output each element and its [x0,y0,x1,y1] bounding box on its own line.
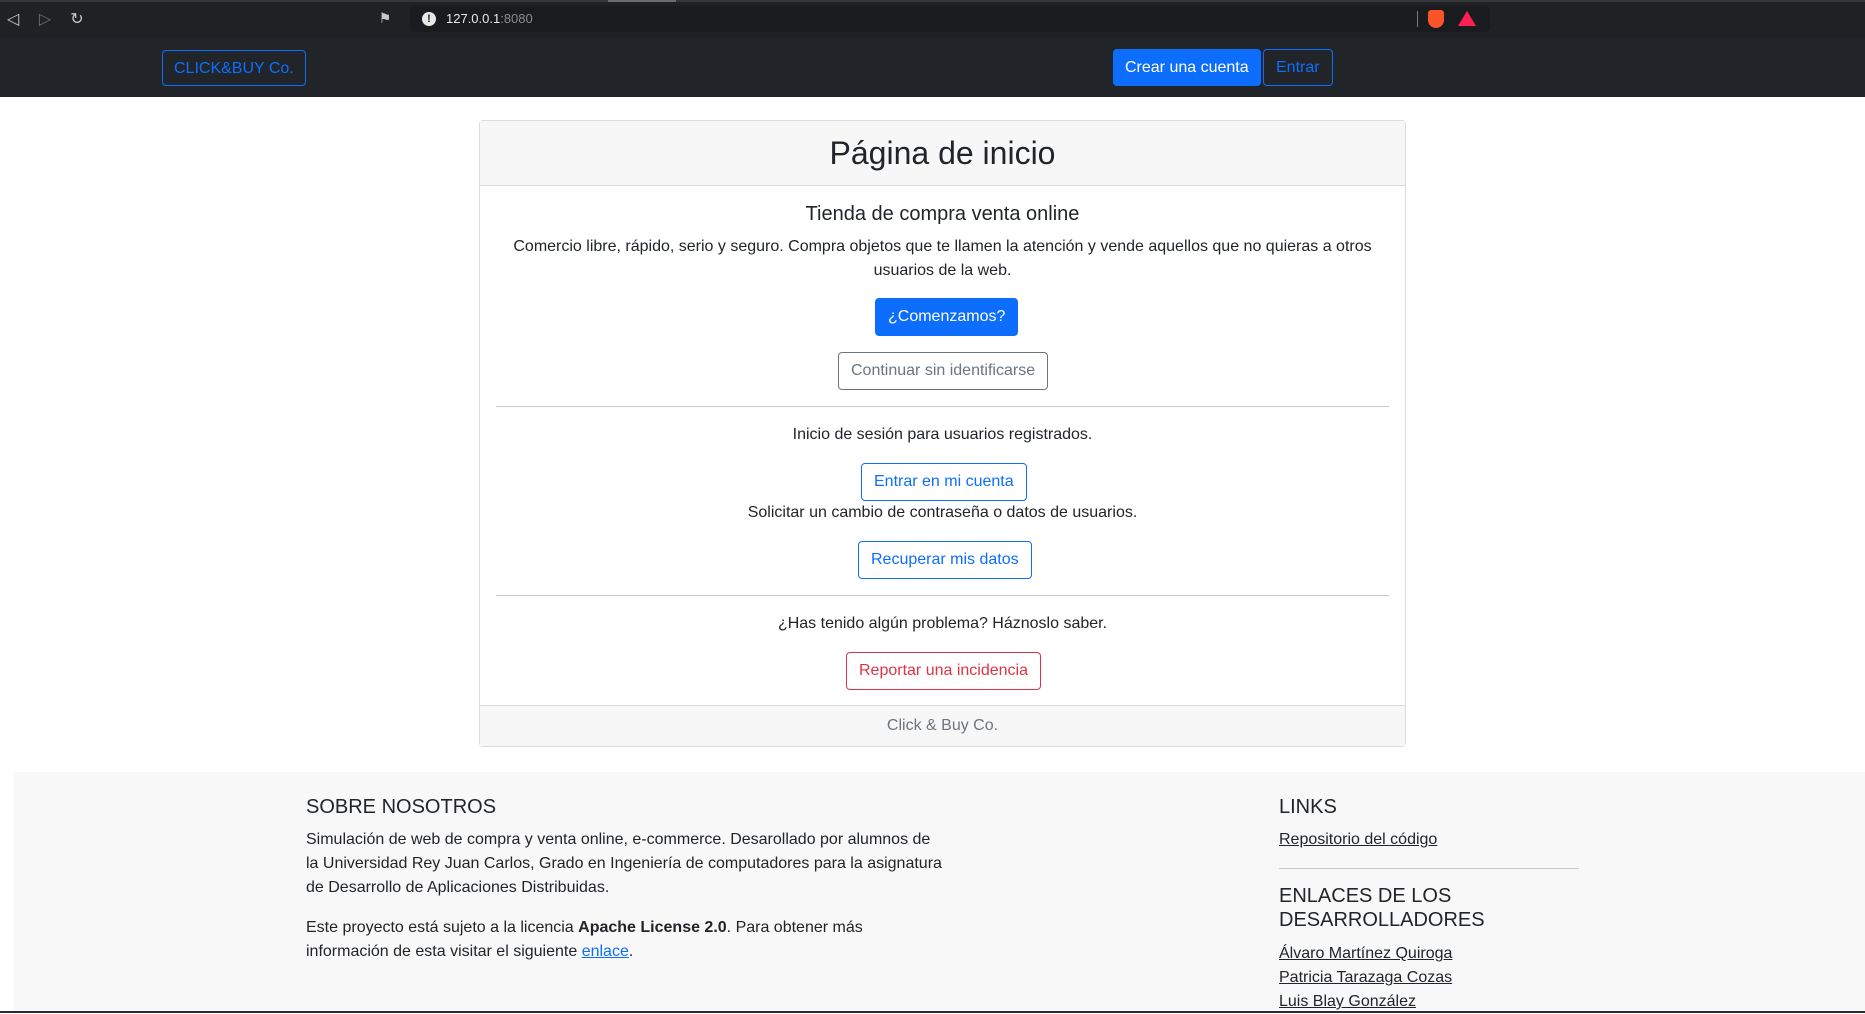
dev-link-wrap: Álvaro Martínez Quiroga [1279,942,1452,966]
page-title: Página de inicio [829,135,1056,171]
about-text: Simulación de web de compra y venta onli… [306,831,942,896]
brand-button[interactable]: CLICK&BUY Co. [162,50,306,86]
dev-link-alvaro[interactable]: Álvaro Martínez Quiroga [1279,945,1452,962]
shop-description: Comercio libre, rápido, serio y seguro. … [513,238,1372,279]
continue-guest-button[interactable]: Continuar sin identificarse [838,352,1049,390]
license-text: Este proyecto está sujeto a la licencia … [306,916,876,964]
home-card: Página de inicio Tienda de compra venta … [479,120,1406,747]
license-link[interactable]: enlace [582,943,629,960]
shop-subtitle: Tienda de compra venta online [805,203,1080,225]
problem-text: ¿Has tenido algún problema? Háznoslo sab… [777,615,1108,632]
back-icon[interactable]: ◁ [2,8,24,30]
url-text[interactable]: 127.0.0.1:8080 [446,11,533,26]
brave-rewards-icon[interactable] [1458,11,1476,26]
report-incident-button[interactable]: Reportar una incidencia [846,652,1041,690]
site-info-icon[interactable]: ! [422,12,436,26]
forward-icon[interactable]: ▷ [34,8,56,30]
login-button[interactable]: Entrar [1263,49,1333,86]
license-end: . [628,943,634,960]
create-account-button[interactable]: Crear una cuenta [1113,49,1261,86]
address-bar[interactable]: ⚑ ! 127.0.0.1:8080 [379,6,1490,32]
links-title: LINKS [1279,796,1337,818]
dev-link-patricia[interactable]: Patricia Tarazaga Cozas [1279,969,1452,986]
url-host: 127.0.0.1 [446,11,501,26]
recover-info-text: Solicitar un cambio de contraseña o dato… [747,504,1138,521]
card-footer: Click & Buy Co. [480,705,1405,746]
divider [1279,868,1579,869]
about-title: SOBRE NOSOTROS [306,796,497,818]
dev-link-luis[interactable]: Luis Blay González [1279,993,1416,1010]
site-navbar: CLICK&BUY Co. Crear una cuenta Entrar [0,38,1865,97]
active-tab-indicator[interactable] [608,0,676,2]
login-info-text: Inicio de sesión para usuarios registrad… [792,426,1093,443]
enter-account-button[interactable]: Entrar en mi cuenta [861,463,1027,501]
card-header: Página de inicio [480,121,1405,186]
browser-toolbar: ◁ ▷ ↻ ⚑ ! 127.0.0.1:8080 [0,0,1865,38]
dev-link-wrap: Patricia Tarazaga Cozas [1279,966,1452,990]
devs-title: ENLACES DE LOS DESARROLLADORES [1279,885,1485,931]
bookmark-icon[interactable]: ⚑ [374,8,396,30]
page-footer: SOBRE NOSOTROS Simulación de web de comp… [14,772,1865,1013]
reload-icon[interactable]: ↻ [66,8,88,30]
divider [496,595,1389,596]
brave-shields-icon[interactable] [1428,10,1444,28]
repo-link[interactable]: Repositorio del código [1279,831,1437,848]
divider [496,406,1389,407]
license-pre: Este proyecto está sujeto a la licencia [306,919,579,936]
tab-strip [0,0,1865,2]
recover-data-button[interactable]: Recuperar mis datos [858,541,1032,579]
start-button[interactable]: ¿Comenzamos? [875,298,1019,336]
repo-link-wrap: Repositorio del código [1279,828,1437,852]
divider [1417,11,1418,27]
license-name: Apache License 2.0 [578,919,727,936]
url-port: :8080 [500,11,533,26]
